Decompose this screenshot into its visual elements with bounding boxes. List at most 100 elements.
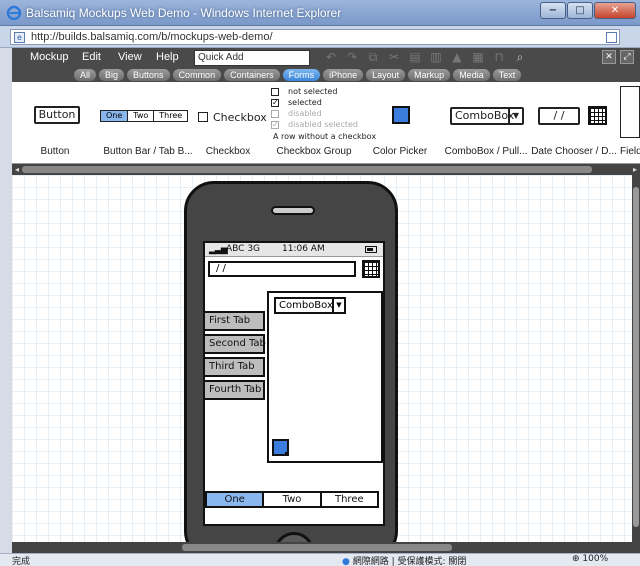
category-bar: All Big Buttons Common Containers Forms …: [12, 68, 640, 82]
scroll-right-icon[interactable]: ▸: [630, 164, 640, 175]
iphone-speaker: [271, 206, 315, 215]
undo-icon[interactable]: ↶: [324, 50, 338, 64]
checkbox-preview-text: Checkbox: [213, 111, 267, 124]
close-button[interactable]: ✕: [594, 2, 636, 19]
delete-icon[interactable]: ✕: [602, 50, 616, 64]
cb-group-not-selected-box: [271, 88, 279, 96]
cb-group-disabled-selected: disabled selected: [288, 120, 358, 129]
combobox-preview-text: ComboBox: [455, 109, 515, 122]
iphone-home-button: [274, 532, 314, 542]
fullscreen-icon[interactable]: ⤢: [620, 50, 634, 64]
cat-tab-forms[interactable]: Forms: [282, 69, 321, 81]
tab-third[interactable]: Third Tab: [203, 357, 265, 377]
cat-tab-text[interactable]: Text: [492, 69, 522, 81]
canvas-vscroll-thumb[interactable]: [633, 187, 639, 527]
palette-color-picker-label: Color Picker: [372, 146, 428, 157]
quick-add-input[interactable]: Quick Add: [194, 50, 310, 66]
palette-button-label: Button: [40, 146, 70, 157]
cat-tab-all[interactable]: All: [74, 69, 97, 81]
palette-button-bar-label: Button Bar / Tab B...: [103, 146, 193, 157]
menu-bar: Mockup Edit View Help Quick Add ↶ ↷ ⧉ ✂ …: [12, 48, 640, 68]
palette-combobox[interactable]: ComboBox ▼ ComboBox / Pull...: [442, 82, 530, 164]
minimize-button[interactable]: −: [540, 2, 566, 19]
paste-icon[interactable]: ▤: [408, 50, 422, 64]
cat-tab-markup[interactable]: Markup: [408, 69, 451, 81]
palette-date-chooser[interactable]: / / Date Chooser / D...: [530, 82, 618, 164]
canvas-vertical-scrollbar[interactable]: [632, 175, 640, 542]
url-field[interactable]: e http://builds.balsamiq.com/b/mockups-w…: [10, 29, 620, 45]
zoom-value: 100%: [582, 554, 609, 564]
scroll-left-icon[interactable]: ◂: [12, 164, 22, 175]
chevron-down-icon: ▼: [332, 299, 344, 312]
calendar-icon: [588, 106, 607, 125]
iphone-mockup[interactable]: ▂▃▅ ABC 3G 11:06 AM / / First Tab Second…: [184, 181, 398, 542]
compatibility-view-icon[interactable]: [606, 32, 617, 43]
palette-field[interactable]: Field: [618, 82, 640, 164]
cat-tab-common[interactable]: Common: [172, 69, 222, 81]
palette-checkbox[interactable]: Checkbox Checkbox: [198, 82, 267, 164]
tab-first[interactable]: First Tab: [203, 311, 265, 331]
tab-fourth[interactable]: Fourth Tab: [203, 380, 265, 400]
cut-icon[interactable]: ✂: [387, 50, 401, 64]
cat-tab-big[interactable]: Big: [99, 69, 125, 81]
lock-icon[interactable]: ⊓: [492, 50, 506, 64]
bring-front-icon[interactable]: ▲: [450, 50, 464, 64]
date-field[interactable]: / /: [208, 261, 356, 277]
cat-tab-media[interactable]: Media: [453, 69, 490, 81]
palette-button-bar[interactable]: One Two Three Button Bar / Tab B...: [98, 82, 198, 164]
copy-icon[interactable]: ⧉: [366, 50, 380, 64]
cat-tab-iphone[interactable]: iPhone: [323, 69, 364, 81]
chevron-down-icon: ▼: [508, 109, 522, 123]
mockup-canvas[interactable]: ▂▃▅ ABC 3G 11:06 AM / / First Tab Second…: [12, 175, 632, 542]
button-bar-two: Two: [128, 111, 155, 121]
window-title: Balsamiq Mockups Web Demo - Windows Inte…: [26, 6, 342, 20]
field-preview: [620, 86, 640, 138]
battery-icon: [365, 246, 377, 253]
cb-group-disabled-box: [271, 110, 279, 118]
iphone-status-bar: ▂▃▅ ABC 3G 11:06 AM: [205, 243, 383, 257]
group-icon[interactable]: ▦: [471, 50, 485, 64]
menu-mockup[interactable]: Mockup: [30, 51, 69, 63]
search-icon[interactable]: ⌕: [513, 50, 527, 64]
button-bar-three: Three: [159, 111, 183, 120]
palette-checkbox-group[interactable]: not selected ✓ selected disabled ✓ disab…: [268, 82, 376, 164]
cat-tab-layout[interactable]: Layout: [366, 69, 406, 81]
palette-scroll-thumb[interactable]: [22, 166, 592, 173]
palette-button[interactable]: Button Button: [12, 82, 98, 164]
segment-two[interactable]: Two: [264, 493, 322, 506]
cat-tab-containers[interactable]: Containers: [224, 69, 280, 81]
page-icon: e: [14, 32, 25, 43]
carrier-text: ABC 3G: [226, 244, 261, 254]
cat-tab-buttons[interactable]: Buttons: [127, 69, 170, 81]
cb-group-selected-box: ✓: [271, 98, 279, 107]
button-preview: Button: [34, 106, 80, 124]
signal-icon: ▂▃▅: [209, 245, 228, 255]
component-palette: Button Button One Two Three Button Bar /…: [12, 82, 640, 164]
cb-group-note: A row without a checkbox: [273, 132, 377, 141]
security-zone-text: ● 網際網路 | 受保護模式: 關閉: [342, 554, 466, 566]
palette-color-picker[interactable]: Color Picker: [370, 82, 430, 164]
window-titlebar: Balsamiq Mockups Web Demo - Windows Inte…: [0, 0, 640, 26]
segment-one[interactable]: One: [207, 493, 265, 506]
clipboard-icon[interactable]: ▥: [429, 50, 443, 64]
cb-group-not-selected: not selected: [288, 87, 338, 96]
maximize-button[interactable]: □: [567, 2, 593, 19]
globe-icon: ●: [342, 557, 350, 566]
menu-help[interactable]: Help: [156, 51, 179, 63]
palette-field-label: Field: [620, 146, 640, 157]
tab-panel: ComboBox ▼: [267, 291, 383, 463]
phone-color-picker[interactable]: [272, 439, 289, 456]
phone-combobox[interactable]: ComboBox ▼: [274, 297, 346, 314]
menu-view[interactable]: View: [118, 51, 142, 63]
palette-scrollbar[interactable]: ◂ ▸: [12, 164, 640, 175]
calendar-icon[interactable]: [362, 260, 380, 278]
redo-icon[interactable]: ↷: [345, 50, 359, 64]
button-bar-one: One: [101, 111, 129, 121]
menu-edit[interactable]: Edit: [82, 51, 101, 63]
zoom-level[interactable]: ⊕ 100%: [572, 554, 608, 564]
tab-second[interactable]: Second Tab: [203, 334, 266, 354]
button-bar-preview: One Two Three: [100, 110, 189, 122]
canvas-horizontal-scrollbar[interactable]: [12, 542, 640, 553]
canvas-hscroll-thumb[interactable]: [182, 544, 452, 551]
segment-three[interactable]: Three: [322, 493, 377, 506]
